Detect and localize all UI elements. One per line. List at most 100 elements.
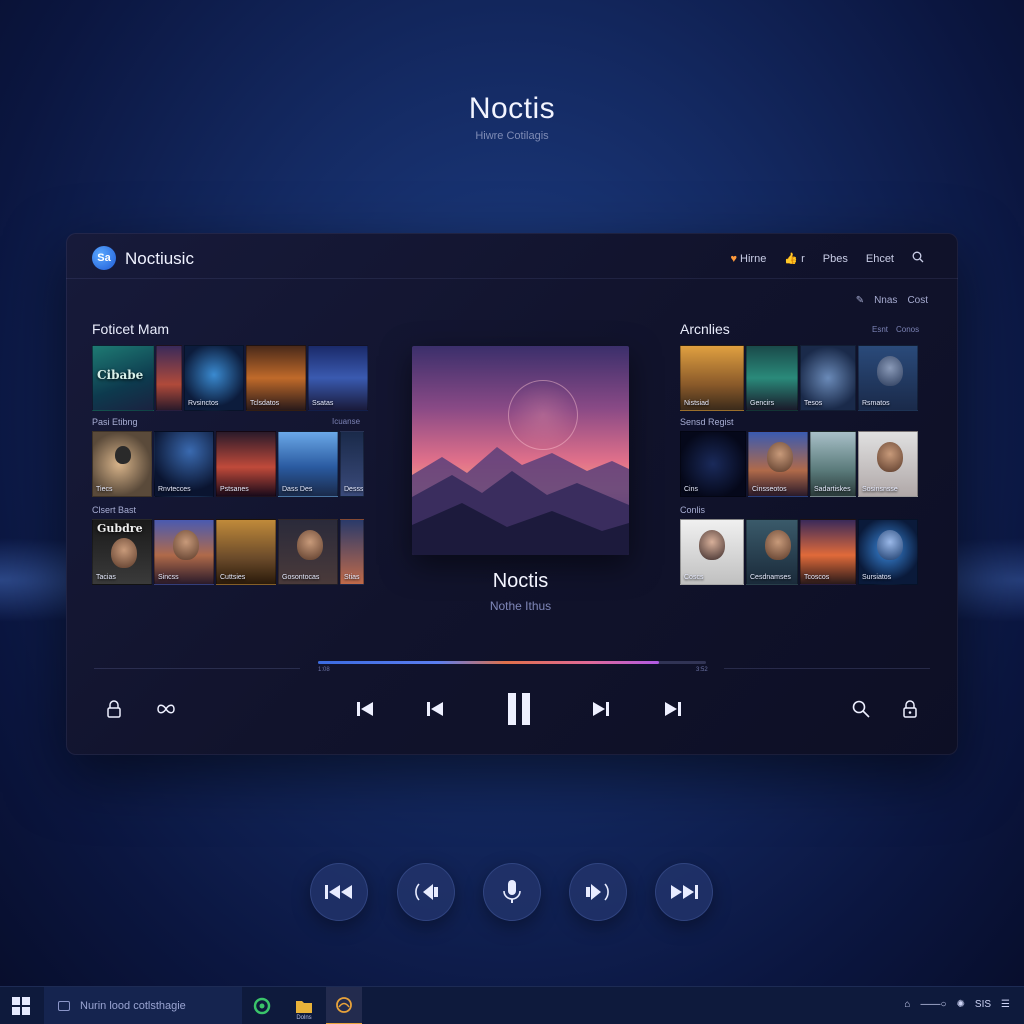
nav-pbes[interactable]: Pbes: [823, 253, 848, 265]
microphone-icon: [503, 880, 521, 903]
right-row-2: Cins Cinsseotos Sadartiskes Sosinsnsse: [680, 431, 918, 497]
volume-down-icon: [415, 883, 438, 901]
system-tray: ⌂ ——○ ✺ SIS ☰: [904, 999, 1010, 1010]
album-tile[interactable]: Dass Des: [278, 431, 338, 497]
album-tile[interactable]: Desss: [340, 431, 364, 497]
search-icon[interactable]: [850, 695, 872, 723]
album-art[interactable]: [412, 346, 629, 555]
divider-right: [724, 668, 930, 669]
previous-icon[interactable]: [424, 695, 446, 723]
right-section-title: Arcnlies: [680, 321, 730, 337]
album-tile[interactable]: Coscs: [680, 519, 744, 585]
right-row-1: Nistsiad Gencirs Tesos Rsmatos: [680, 345, 918, 411]
loop-icon[interactable]: [154, 695, 178, 723]
skip-forward-icon[interactable]: [662, 695, 684, 723]
album-tile[interactable]: Cibabe: [92, 345, 154, 411]
skip-back-icon[interactable]: [354, 695, 376, 723]
portrait: [699, 530, 725, 560]
search-icon[interactable]: [912, 251, 924, 266]
lock-icon[interactable]: [104, 695, 124, 723]
sub-actions: ✎ Nnas Cost: [856, 295, 928, 306]
heart-icon: ♥: [730, 252, 738, 265]
pin-icon[interactable]: ✎: [856, 295, 864, 306]
portrait: [767, 442, 793, 472]
nav-likes[interactable]: 👍 r: [784, 252, 804, 265]
portrait: [111, 538, 137, 568]
left-row-3-label: Clsert Bast: [92, 505, 137, 515]
notification-icon[interactable]: ☰: [1001, 999, 1010, 1010]
right-row-3: Coscs Cesdnamses Tcoscos Sursiatos: [680, 519, 918, 585]
pause-icon[interactable]: [504, 691, 534, 727]
sub-action-cost[interactable]: Cost: [907, 295, 928, 306]
album-tile[interactable]: Gosontocas: [278, 519, 338, 585]
portrait: [877, 442, 903, 472]
window-header: Sa Noctiusic ♥ Hirne 👍 r Pbes Ehcet: [66, 233, 958, 279]
settings-icon[interactable]: ✺: [957, 999, 965, 1010]
taskbar-app-noctis[interactable]: [326, 987, 362, 1024]
album-tile[interactable]: Sadartiskes: [810, 431, 856, 497]
volume-up-button[interactable]: [569, 863, 627, 921]
album-tile[interactable]: Cuttsies: [216, 519, 276, 585]
right-row-3-label: Conlis: [680, 505, 706, 515]
app-logo[interactable]: Sa: [92, 246, 116, 270]
chat-icon: [253, 997, 271, 1015]
microphone-button[interactable]: [483, 863, 541, 921]
album-tile[interactable]: Rnvtecces: [154, 431, 214, 497]
hero-subtitle: Hiwre Cotilagis: [475, 130, 549, 142]
album-tile[interactable]: Rsmatos: [858, 345, 918, 411]
mountains: [412, 447, 629, 555]
album-tile[interactable]: Sincss: [154, 519, 214, 585]
rewind-icon: [325, 885, 352, 899]
progress-bar[interactable]: [318, 661, 706, 664]
album-tile[interactable]: Ssatas: [308, 345, 368, 411]
nav-ehcet[interactable]: Ehcet: [866, 253, 894, 265]
track-artist: Nothe Ithus: [489, 599, 552, 613]
album-tile[interactable]: Cinsseotos: [748, 431, 808, 497]
album-tile[interactable]: Pstsanes: [216, 431, 276, 497]
network-icon[interactable]: ⌂: [904, 999, 910, 1010]
album-tile[interactable]: Tclsdatos: [246, 345, 306, 411]
album-tile[interactable]: Stias: [340, 519, 364, 585]
volume-down-button[interactable]: [397, 863, 455, 921]
next-icon[interactable]: [590, 695, 612, 723]
right-link-conos[interactable]: Conos: [896, 325, 919, 334]
left-row-2-label: Pasi Etibng: [92, 417, 138, 427]
lock-icon[interactable]: [900, 695, 920, 723]
album-tile[interactable]: Cins: [680, 431, 746, 497]
folder-icon: [296, 1001, 312, 1013]
rewind-button[interactable]: [310, 863, 368, 921]
figure: [115, 446, 131, 464]
album-tile[interactable]: Gencirs: [746, 345, 798, 411]
album-tile[interactable]: Cesdnamses: [746, 519, 798, 585]
left-row-1: Cibabe Rvsinctos Tclsdatos Ssatas: [92, 345, 368, 411]
portrait: [877, 356, 903, 386]
taskbar-app-files[interactable]: Dolns: [286, 987, 322, 1024]
portrait: [877, 530, 903, 560]
windows-start-icon[interactable]: [12, 997, 30, 1015]
right-link-esnt[interactable]: Esnt: [872, 325, 888, 334]
album-tile[interactable]: Sosinsnsse: [858, 431, 918, 497]
left-row-2-link[interactable]: Icuanse: [332, 417, 360, 426]
album-tile[interactable]: Sursiatos: [858, 519, 918, 585]
album-tile[interactable]: [156, 345, 182, 411]
portrait: [173, 530, 199, 560]
album-tile[interactable]: Gubdre Tacias: [92, 519, 152, 585]
time-total: 3:52: [696, 667, 708, 673]
thumbs-up-icon: 👍: [784, 253, 799, 265]
track-title: Noctis: [492, 570, 549, 592]
taskbar-app-green[interactable]: [244, 987, 280, 1024]
left-section-title: Foticet Mam: [92, 321, 170, 337]
progress-fill: [318, 661, 660, 664]
sub-action-nnas[interactable]: Nnas: [874, 295, 897, 306]
album-tile[interactable]: Rvsinctos: [184, 345, 244, 411]
taskbar-search[interactable]: Nurin lood cotlsthagie: [44, 987, 242, 1024]
fast-forward-button[interactable]: [655, 863, 713, 921]
album-tile[interactable]: Tesos: [800, 345, 856, 411]
app-name: Noctiusic: [125, 249, 194, 268]
album-tile[interactable]: Nistsiad: [680, 345, 744, 411]
album-tile[interactable]: Tiecs: [92, 431, 152, 497]
volume-slider-icon[interactable]: ——○: [920, 999, 946, 1010]
nav-home[interactable]: ♥ Hirne: [731, 253, 767, 265]
top-nav: ♥ Hirne 👍 r Pbes Ehcet: [731, 251, 924, 266]
album-tile[interactable]: Tcoscos: [800, 519, 856, 585]
